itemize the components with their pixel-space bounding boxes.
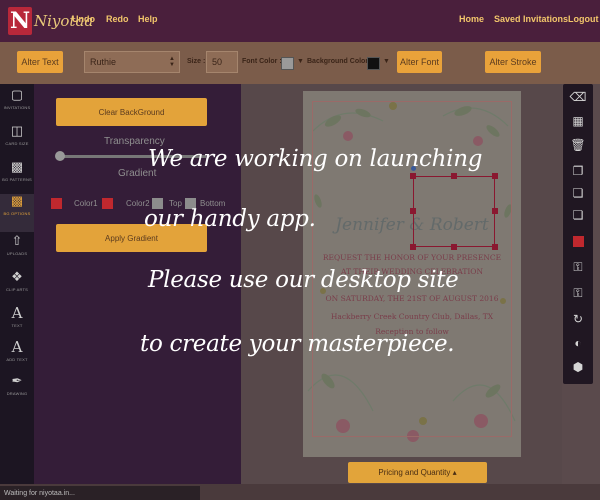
image-icon: ▩ (10, 159, 24, 174)
resize-handle[interactable] (451, 244, 457, 250)
cubes-icon: ❖ (11, 269, 23, 284)
sidebar-item-drawing[interactable]: ✒ DRAWING (0, 374, 34, 412)
browser-status-text: Waiting for niyotaa.in... (0, 486, 200, 500)
selection-box[interactable] (413, 176, 495, 247)
transparency-label: Transparency (104, 136, 165, 147)
sidebar-item-uploads[interactable]: ⇧ UPLOADS (0, 234, 34, 272)
sidebar-item-label: BG PATTERNS (2, 177, 32, 182)
logout-link[interactable]: Logout (568, 14, 599, 24)
invitation-card[interactable]: Jennifer & Robert REQUEST THE HONOR OF Y… (303, 91, 521, 457)
card-text-line-3[interactable]: ON SATURDAY, THE 21ST OF AUGUST 2016 (303, 294, 521, 303)
lock-icon[interactable]: ⚿ (563, 260, 593, 275)
grid-icon[interactable]: ▦ (563, 114, 593, 128)
brush-icon: ✒ (11, 373, 23, 388)
sidebar-item-invitations[interactable]: ▢ INVITATIONS (0, 88, 34, 126)
card-text-line-4[interactable]: Hackberry Creek Country Club, Dallas, TX (303, 312, 521, 321)
text-toolbar: Alter Text Ruthie ▲ ▼ Size : 50 Font Colo… (0, 42, 600, 84)
logo-mark: N (8, 7, 32, 35)
color1-label: Color1 (74, 199, 98, 208)
clear-background-button[interactable]: Clear BackGround (56, 98, 207, 126)
home-link[interactable]: Home (459, 14, 484, 24)
top-checkbox[interactable] (152, 198, 163, 209)
select-arrows-icon: ▲ ▼ (169, 56, 175, 68)
sidebar-item-label: BG OPTIONS (3, 211, 31, 216)
sidebar-item-label: DRAWING (6, 391, 28, 396)
background-color-swatch[interactable] (367, 57, 380, 70)
size-input[interactable]: 50 (206, 51, 238, 73)
color-picker-icon[interactable] (563, 236, 593, 250)
font-icon: A (11, 338, 23, 356)
alter-text-button[interactable]: Alter Text (17, 51, 63, 73)
help-link[interactable]: Help (138, 14, 158, 24)
rotate-icon[interactable]: ↻ (563, 312, 593, 326)
font-select[interactable]: Ruthie ▲ ▼ (84, 51, 180, 73)
text-icon: A (11, 304, 23, 322)
resize-handle[interactable] (451, 173, 457, 179)
redo-link[interactable]: Redo (106, 14, 129, 24)
card-text-line-5[interactable]: Reception to follow (303, 327, 521, 336)
contrast-icon[interactable]: ◐ (563, 336, 593, 350)
bring-forward-icon[interactable]: ❏ (563, 186, 593, 200)
font-color-dropdown-icon[interactable]: ▼ (297, 58, 304, 65)
transparency-slider[interactable] (58, 155, 206, 158)
resize-handle[interactable] (492, 173, 498, 179)
sidebar-item-label: INVITATIONS (3, 105, 31, 110)
color2-swatch[interactable] (102, 198, 113, 209)
columns-icon: ◫ (10, 123, 24, 138)
trash-icon[interactable]: 🗑 (563, 138, 593, 152)
saved-invitations-link[interactable]: Saved Invitations (494, 14, 568, 24)
transparency-slider-handle[interactable] (55, 151, 65, 161)
rotate-handle[interactable] (411, 166, 416, 171)
resize-handle[interactable] (492, 244, 498, 250)
sidebar-item-label: TEXT (11, 323, 23, 328)
resize-handle[interactable] (410, 208, 416, 214)
font-select-value: Ruthie (90, 57, 117, 67)
card-text-line-2[interactable]: AT THEIR WEDDING CELEBRATION (303, 267, 521, 276)
right-tool-bar: ⌫ ▦ 🗑 ❐ ❏ ❏ ⚿ ⚿ ↻ ◐ ⬢ (563, 84, 593, 384)
send-backward-icon[interactable]: ❏ (563, 208, 593, 222)
left-icon-bar: ▢ INVITATIONS ◫ CARD SIZE ▩ BG PATTERNS … (0, 84, 34, 484)
color2-label: Color2 (126, 199, 150, 208)
undo-link[interactable]: Undo (72, 14, 95, 24)
sidebar-item-label: ADD TEXT (6, 357, 28, 362)
cube-icon[interactable]: ⬢ (563, 360, 593, 374)
size-label: Size : (187, 58, 206, 65)
sidebar-item-label: CLIP ARTS (5, 287, 29, 292)
color1-swatch[interactable] (51, 198, 62, 209)
font-color-label: Font Color : (242, 58, 282, 65)
top-label: Top (169, 199, 182, 208)
sidebar-item-clip-arts[interactable]: ❖ CLIP ARTS (0, 270, 34, 308)
resize-handle[interactable] (492, 208, 498, 214)
resize-handle[interactable] (410, 173, 416, 179)
pricing-quantity-button[interactable]: Pricing and Quantity ▴ (348, 462, 487, 483)
alter-stroke-button[interactable]: Alter Stroke (485, 51, 541, 73)
copy-icon[interactable]: ❐ (563, 164, 593, 178)
background-color-label: Background Color : (307, 58, 373, 65)
picture-icon: ▩ (10, 193, 24, 208)
sidebar-item-label: CARD SIZE (5, 141, 29, 146)
sidebar-item-card-size[interactable]: ◫ CARD SIZE (0, 124, 34, 162)
bottom-checkbox[interactable] (185, 198, 196, 209)
alter-font-button[interactable]: Alter Font (397, 51, 442, 73)
font-color-swatch[interactable] (281, 57, 294, 70)
resize-handle[interactable] (410, 244, 416, 250)
sidebar-item-bg-options[interactable]: ▩ BG OPTIONS (0, 194, 34, 232)
eraser-icon[interactable]: ⌫ (563, 90, 593, 104)
top-navbar: N Niyotaa Undo Redo Help Home Saved Invi… (0, 0, 600, 42)
monitor-icon: ▢ (10, 87, 24, 102)
bottom-label: Bottom (200, 199, 226, 208)
gradient-label: Gradient (118, 168, 157, 179)
upload-icon: ⇧ (11, 233, 23, 248)
card-text-line-1[interactable]: REQUEST THE HONOR OF YOUR PRESENCE (303, 253, 521, 262)
sidebar-item-label: UPLOADS (6, 251, 28, 256)
unlock-icon[interactable]: ⚿ (563, 286, 593, 301)
apply-gradient-button[interactable]: Apply Gradient (56, 224, 207, 252)
background-color-dropdown-icon[interactable]: ▼ (383, 58, 390, 65)
